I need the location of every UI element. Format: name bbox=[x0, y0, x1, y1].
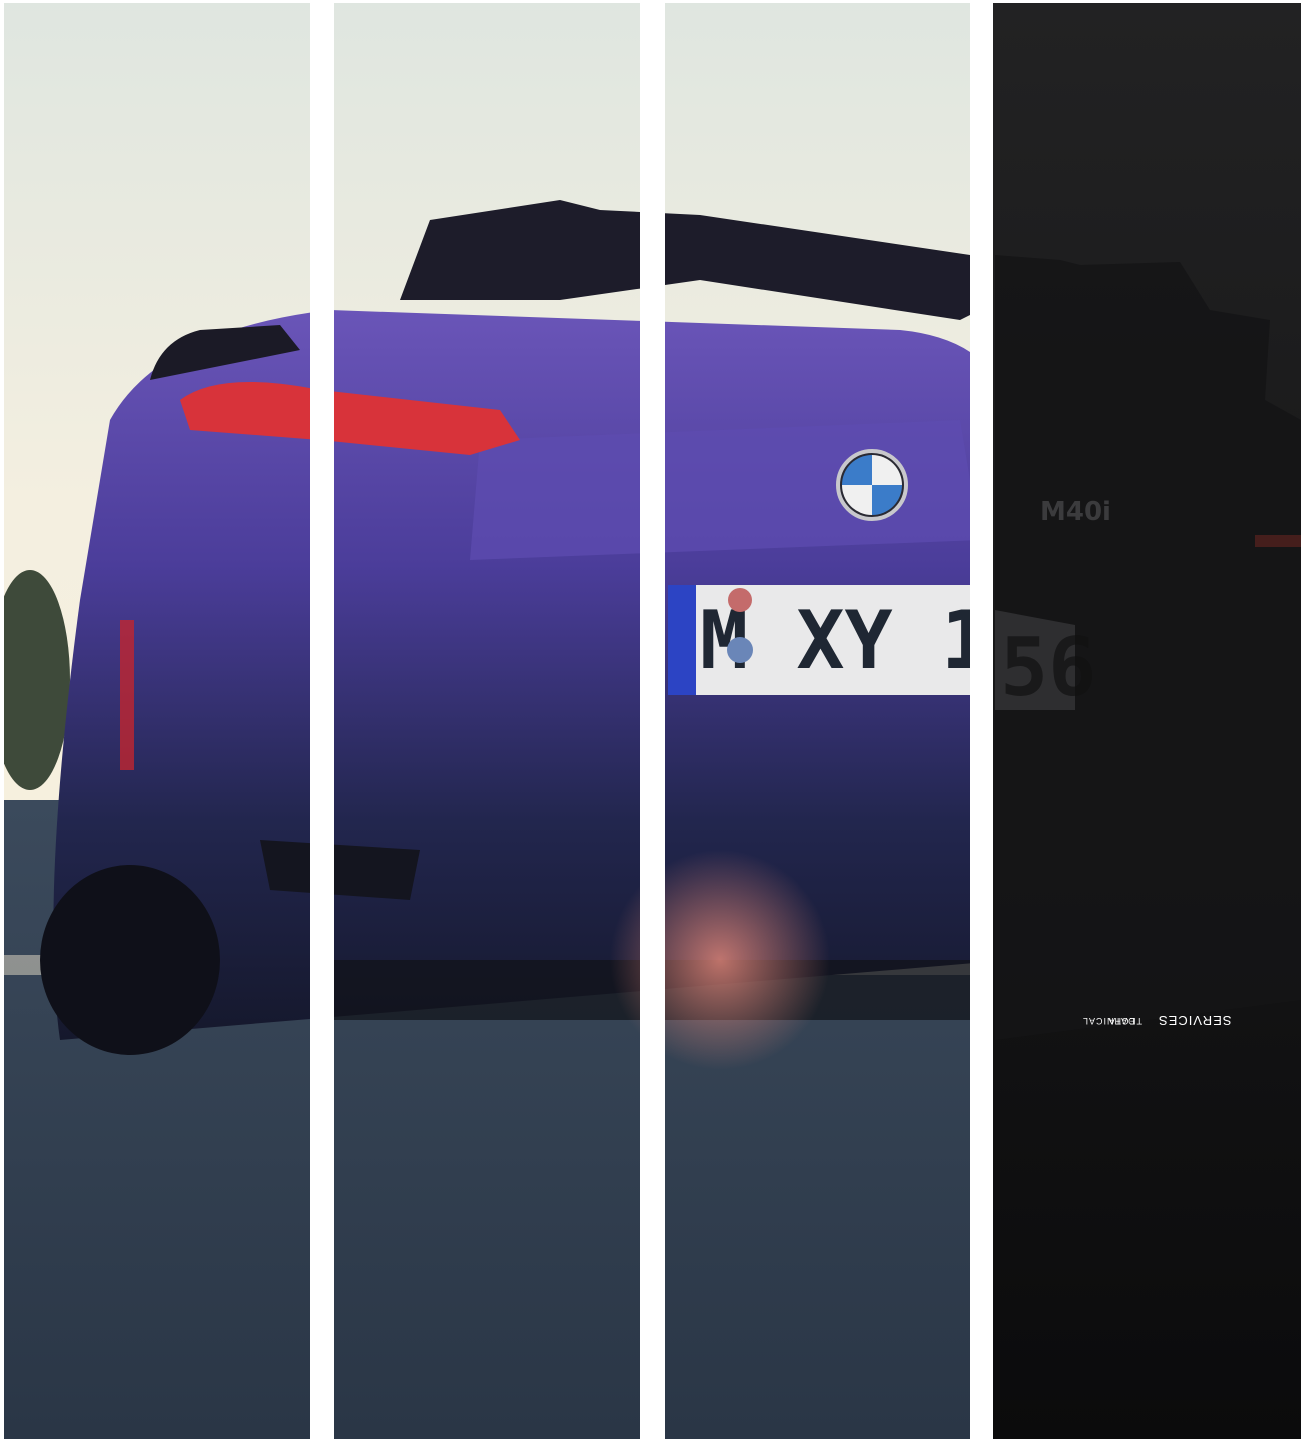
panel-4-dark: 56 M40i bbox=[993, 3, 1301, 1439]
data-label: DATA bbox=[1108, 1016, 1135, 1026]
hero-image: M XY 1256 bbox=[0, 0, 1303, 1439]
m40i-badge: M40i bbox=[1040, 497, 1111, 527]
svg-text:56: 56 bbox=[1000, 621, 1096, 714]
services-link[interactable]: SERVICES bbox=[1158, 1013, 1232, 1028]
